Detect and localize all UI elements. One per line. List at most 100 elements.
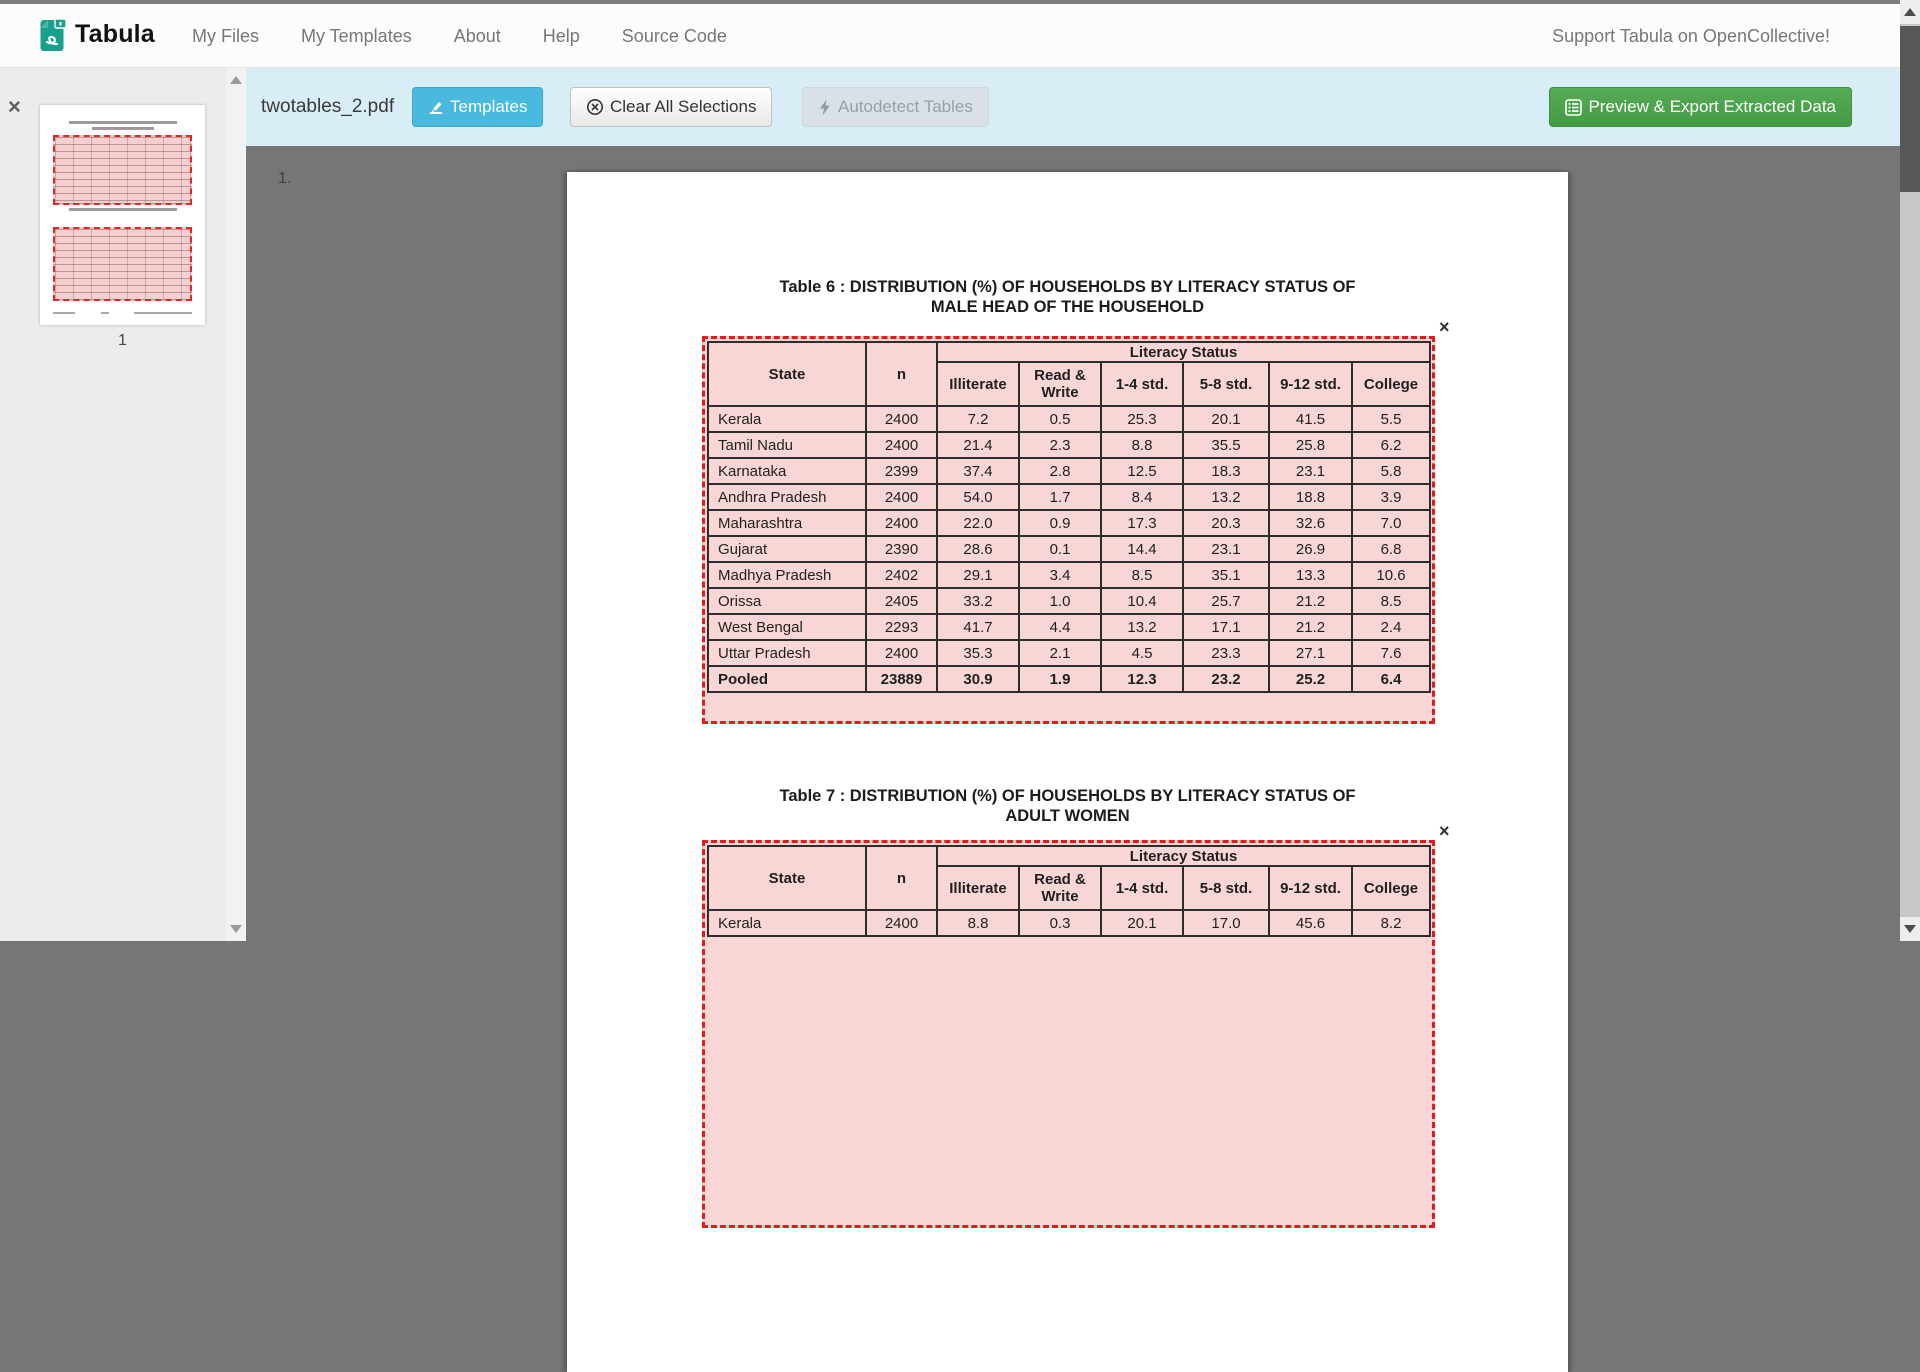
autodetect-button-label: Autodetect Tables [838,97,973,117]
value-cell: 45.6 [1269,910,1352,936]
value-cell: 1.7 [1019,484,1101,510]
column-header: Read & Write [1019,866,1101,910]
tabula-logo-icon [40,16,67,52]
value-cell: 8.5 [1352,588,1430,614]
value-cell: 2400 [866,910,937,936]
value-cell: 33.2 [937,588,1019,614]
value-cell: 20.1 [1101,910,1183,936]
support-link[interactable]: Support Tabula on OpenCollective! [1552,4,1830,68]
value-cell: 3.4 [1019,562,1101,588]
scrollbar-up-button[interactable] [1900,0,1920,24]
value-cell: 5.8 [1352,458,1430,484]
value-cell: 54.0 [937,484,1019,510]
autodetect-tables-button[interactable]: Autodetect Tables [802,87,989,127]
selection1-close-icon[interactable]: × [1439,318,1450,336]
page-thumbnail[interactable] [40,105,205,325]
table6-selection[interactable]: StatenLiteracy StatusIlliterateRead & Wr… [702,336,1435,724]
pdf-page[interactable]: Table 6 : DISTRIBUTION (%) OF HOUSEHOLDS… [567,172,1568,1372]
state-cell: Orissa [708,588,866,614]
nav-links: My Files My Templates About Help Source … [192,4,727,68]
value-cell: 25.7 [1183,588,1269,614]
column-header: State [708,342,866,406]
brand[interactable]: Tabula [40,16,155,52]
value-cell: 35.3 [937,640,1019,666]
value-cell: 6.8 [1352,536,1430,562]
column-header: 5-8 std. [1183,362,1269,406]
value-cell: 2400 [866,406,937,432]
value-cell: 30.9 [937,666,1019,692]
remove-file-icon[interactable]: × [8,96,21,118]
value-cell: 10.4 [1101,588,1183,614]
column-header: 9-12 std. [1269,866,1352,910]
window-top-edge [0,0,1920,4]
value-cell: 14.4 [1101,536,1183,562]
sidebar-scrollbar[interactable] [226,68,246,941]
column-header: Illiterate [937,866,1019,910]
table7-title: Table 7 : DISTRIBUTION (%) OF HOUSEHOLDS… [567,786,1568,826]
nav-item-about[interactable]: About [454,26,501,47]
value-cell: 7.0 [1352,510,1430,536]
column-header: n [866,342,937,406]
value-cell: 23889 [866,666,937,692]
value-cell: 2402 [866,562,937,588]
table7-selection[interactable]: StatenLiteracy StatusIlliterateRead & Wr… [702,840,1435,1228]
thumbnail-footer-line [53,312,192,315]
nav-item-my-templates[interactable]: My Templates [301,26,412,47]
nav-item-source-code[interactable]: Source Code [622,26,727,47]
nav-item-my-files[interactable]: My Files [192,26,259,47]
table-row: Andhra Pradesh240054.01.78.413.218.83.9 [708,484,1430,510]
value-cell: 37.4 [937,458,1019,484]
value-cell: 8.5 [1101,562,1183,588]
value-cell: 35.1 [1183,562,1269,588]
clear-all-selections-button[interactable]: Clear All Selections [570,87,772,127]
value-cell: 13.2 [1101,614,1183,640]
thumbnail-title-line [69,121,177,124]
scroll-up-icon[interactable] [230,76,242,84]
value-cell: 8.8 [1101,432,1183,458]
value-cell: 23.2 [1183,666,1269,692]
value-cell: 20.3 [1183,510,1269,536]
value-cell: 1.9 [1019,666,1101,692]
state-cell: Madhya Pradesh [708,562,866,588]
value-cell: 41.5 [1269,406,1352,432]
value-cell: 7.2 [937,406,1019,432]
export-button-label: Preview & Export Extracted Data [1588,97,1836,117]
value-cell: 23.1 [1269,458,1352,484]
thumbnail-selection-2 [53,227,192,301]
navbar: Tabula My Files My Templates About Help … [0,4,1920,68]
value-cell: 6.2 [1352,432,1430,458]
column-header: 1-4 std. [1101,362,1183,406]
value-cell: 41.7 [937,614,1019,640]
window-scrollbar[interactable] [1900,0,1920,941]
value-cell: 18.8 [1269,484,1352,510]
scroll-down-icon[interactable] [230,925,242,933]
templates-button[interactable]: Templates [412,87,543,127]
clear-button-label: Clear All Selections [610,97,756,117]
preview-export-button[interactable]: Preview & Export Extracted Data [1549,87,1852,127]
nav-item-help[interactable]: Help [543,26,580,47]
state-cell: Tamil Nadu [708,432,866,458]
column-header: College [1352,362,1430,406]
value-cell: 2400 [866,484,937,510]
state-cell: Maharashtra [708,510,866,536]
table6-mount: StatenLiteracy StatusIlliterateRead & Wr… [707,341,1430,693]
value-cell: 22.0 [937,510,1019,536]
state-cell: Kerala [708,910,866,936]
lightning-bolt-icon [818,99,832,116]
state-cell: Gujarat [708,536,866,562]
table-row: Maharashtra240022.00.917.320.332.67.0 [708,510,1430,536]
brand-name: Tabula [75,20,155,49]
toolbar: twotables_2.pdf Templates Clear All Sele… [246,68,1920,146]
column-header: 9-12 std. [1269,362,1352,406]
scroll-up-icon [1904,8,1916,16]
table-row: Tamil Nadu240021.42.38.835.525.86.2 [708,432,1430,458]
value-cell: 7.6 [1352,640,1430,666]
scrollbar-down-button[interactable] [1900,917,1920,941]
value-cell: 17.1 [1183,614,1269,640]
thumbnail-selection-1 [53,135,192,205]
table-list-icon [1565,99,1582,116]
value-cell: 18.3 [1183,458,1269,484]
value-cell: 20.1 [1183,406,1269,432]
scrollbar-thumb[interactable] [1900,26,1920,192]
selection2-close-icon[interactable]: × [1439,822,1450,840]
